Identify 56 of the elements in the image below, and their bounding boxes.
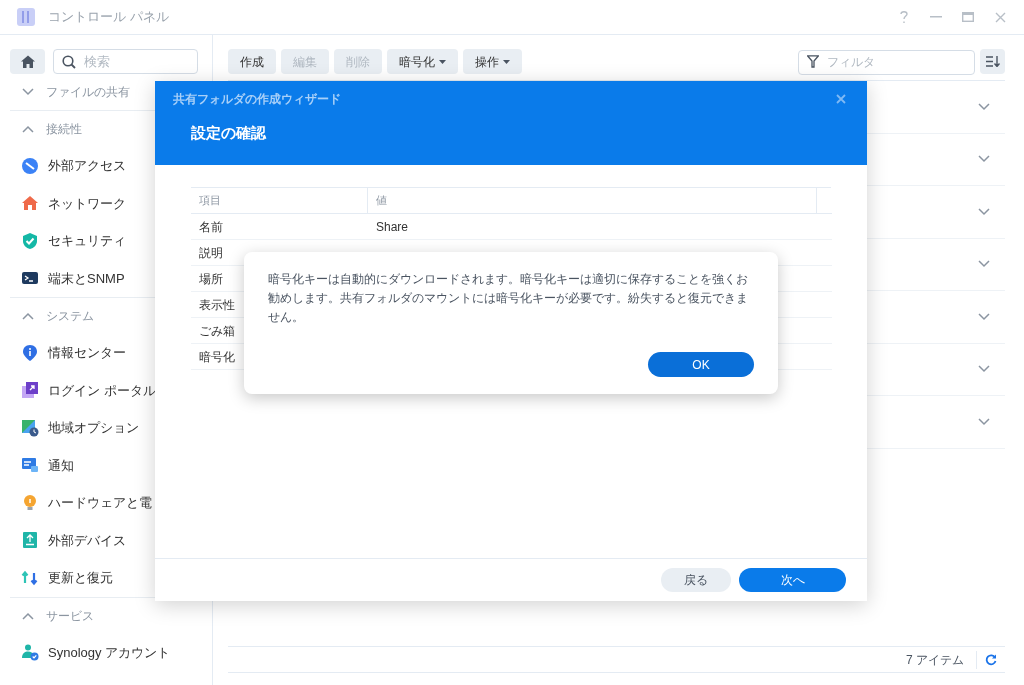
portal-icon <box>21 381 39 400</box>
sidebar-item[interactable]: Synology アカウント <box>10 633 198 671</box>
sort-button[interactable] <box>980 49 1005 74</box>
column-header: 値 <box>368 188 817 214</box>
filter-field[interactable]: フィルタ <box>798 49 975 75</box>
chevron-icon <box>978 365 990 374</box>
item-count: 7 アイテム <box>906 650 977 669</box>
table-cell: Share <box>368 214 817 240</box>
chevron-icon <box>978 260 990 269</box>
menu-button[interactable]: 暗号化 <box>387 49 458 74</box>
sidebar-item[interactable]: ハードウェアと電 <box>10 484 198 522</box>
filter-icon <box>807 55 819 68</box>
bulb-icon <box>21 493 39 512</box>
wizard-title: 共有フォルダの作成ウィザード <box>173 91 341 108</box>
chevron-icon <box>22 125 34 133</box>
caret-icon <box>503 59 510 64</box>
upload-device-icon <box>21 531 39 550</box>
home-button[interactable] <box>10 49 45 74</box>
home-icon <box>20 55 35 68</box>
map-clock-icon <box>21 418 39 437</box>
window-title: コントロール パネル <box>48 8 169 27</box>
caret-icon <box>439 59 446 64</box>
chevron-icon <box>22 312 34 320</box>
search-field[interactable]: 検索 <box>53 49 198 74</box>
menu-button[interactable]: 操作 <box>463 49 522 74</box>
info-icon <box>21 343 39 362</box>
chevron-icon <box>978 312 990 321</box>
close-icon <box>836 94 846 104</box>
control-panel-icon <box>16 7 36 27</box>
chevron-icon <box>22 611 34 620</box>
chevron-icon <box>22 88 34 96</box>
house-icon <box>21 194 39 213</box>
message-icon <box>21 456 39 475</box>
back-button[interactable]: 戻る <box>661 568 731 592</box>
maximize-icon <box>962 12 974 22</box>
minimize-icon <box>930 16 942 18</box>
close-icon <box>994 11 1006 23</box>
next-button[interactable]: 次へ <box>739 568 846 592</box>
refresh-icon <box>985 653 997 666</box>
help-icon <box>899 10 909 24</box>
sort-icon <box>985 56 1000 67</box>
sidebar-item[interactable]: 外部アクセス <box>10 147 198 185</box>
refresh-arrows-icon <box>21 568 39 587</box>
chevron-icon <box>978 102 990 111</box>
sidebar-item[interactable]: 外部デバイス <box>10 521 198 559</box>
ok-button[interactable]: OK <box>648 352 754 377</box>
table-cell: 名前 <box>191 214 368 240</box>
column-header: 項目 <box>191 188 368 214</box>
chevron-icon <box>978 207 990 216</box>
toolbar-button[interactable]: 作成 <box>228 49 276 74</box>
wizard-heading: 設定の確認 <box>190 123 267 143</box>
shield-icon <box>21 231 39 250</box>
search-icon <box>62 54 76 69</box>
chevron-icon <box>978 417 990 426</box>
chevron-icon <box>978 155 990 164</box>
user-check-icon <box>21 643 39 662</box>
